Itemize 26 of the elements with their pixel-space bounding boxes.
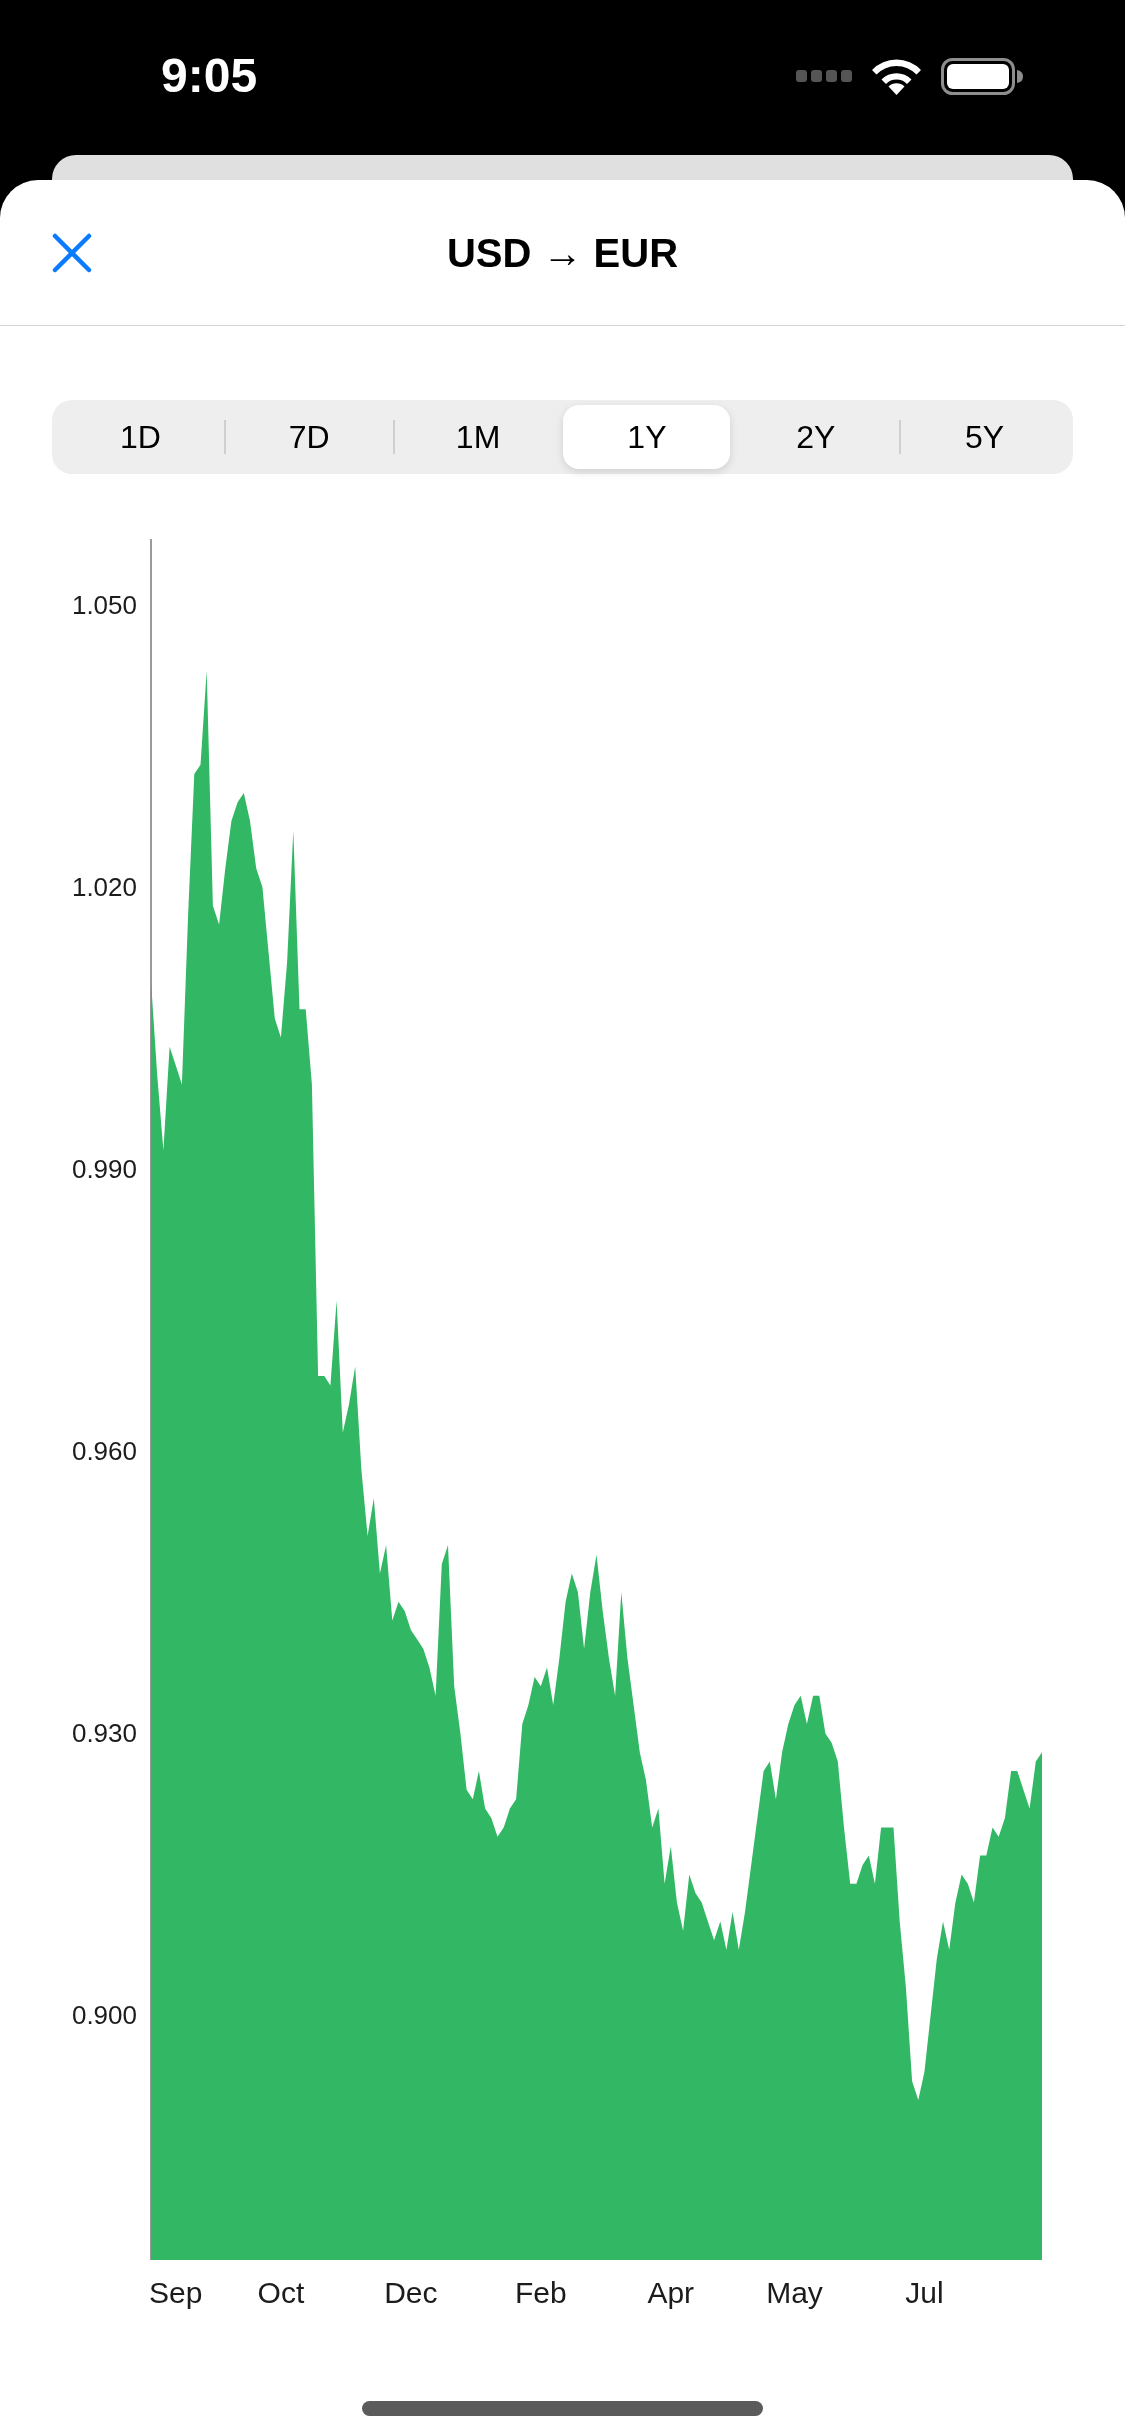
y-axis-label: 1.020 bbox=[71, 871, 137, 902]
x-axis-label: Oct bbox=[257, 2276, 305, 2309]
close-button[interactable] bbox=[52, 232, 92, 273]
battery-icon bbox=[941, 57, 1023, 95]
x-axis-label: Feb bbox=[514, 2276, 567, 2309]
x-axis-label: Sep bbox=[149, 2276, 203, 2309]
status-time: 9:05 bbox=[161, 50, 258, 102]
y-axis-label: 1.050 bbox=[71, 589, 137, 620]
range-tab[interactable]: 2Y bbox=[732, 405, 900, 469]
range-tab[interactable]: 1D bbox=[57, 405, 224, 469]
close-icon bbox=[52, 232, 92, 273]
x-axis-label: Dec bbox=[384, 2276, 438, 2309]
header-title: USD → EUR bbox=[446, 229, 679, 277]
x-axis-label: May bbox=[766, 2276, 823, 2309]
y-axis-label: 0.900 bbox=[71, 2000, 137, 2031]
wifi-icon bbox=[871, 57, 922, 95]
y-axis-label: 0.960 bbox=[71, 1436, 137, 1467]
signal-dots-icon bbox=[796, 70, 852, 82]
x-axis-label: Jul bbox=[905, 2276, 944, 2309]
x-axis-label: Apr bbox=[647, 2276, 695, 2309]
range-tab[interactable]: 1M bbox=[394, 405, 562, 469]
range-tab[interactable]: 5Y bbox=[901, 405, 1068, 469]
range-tab[interactable]: 7D bbox=[225, 405, 393, 469]
range-tab[interactable]: 1Y bbox=[563, 405, 731, 469]
y-axis-label: 0.990 bbox=[71, 1154, 137, 1185]
y-axis-label: 0.930 bbox=[71, 1718, 137, 1749]
